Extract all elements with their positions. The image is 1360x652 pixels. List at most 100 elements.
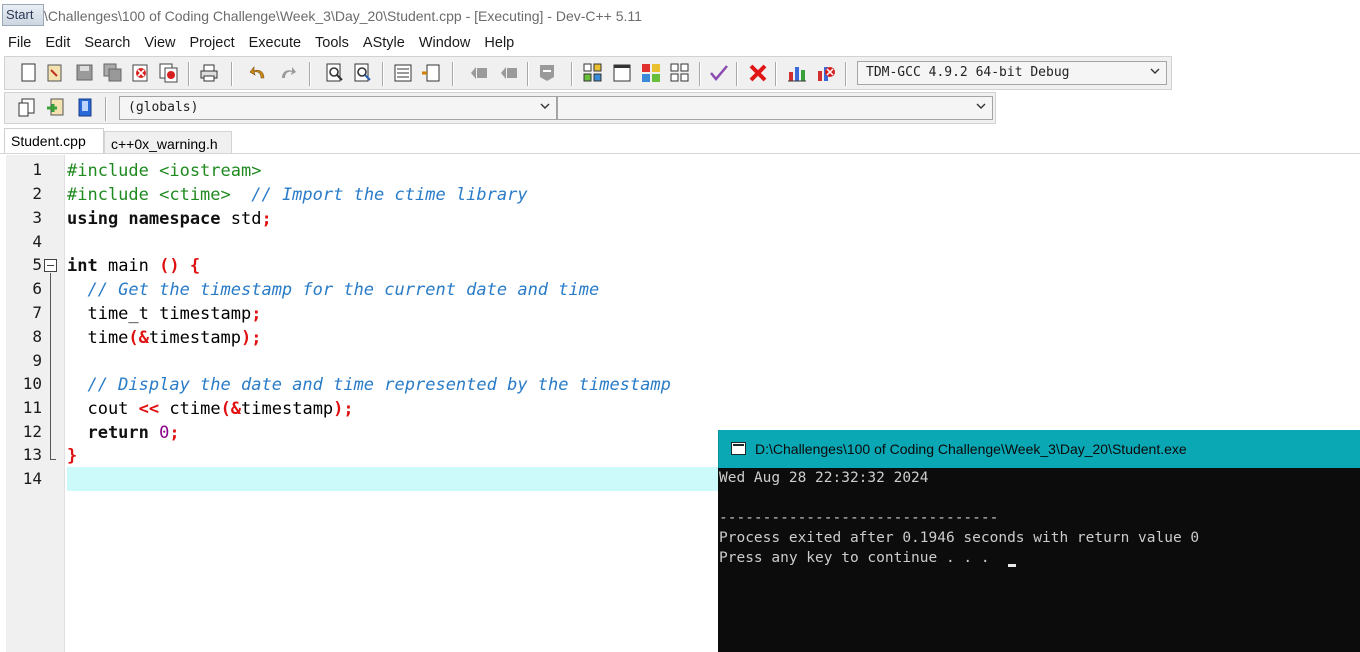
code-line-8: time(&timestamp); [67, 328, 262, 348]
toolbar-separator [736, 62, 738, 86]
menu-edit[interactable]: Edit [45, 32, 70, 54]
menu-astyle[interactable]: AStyle [363, 32, 405, 54]
replace-icon[interactable] [353, 63, 373, 83]
toolbar-separator [571, 62, 573, 86]
close-all-icon[interactable] [159, 63, 179, 83]
open-file-icon[interactable] [45, 63, 65, 83]
toolbar-separator [309, 62, 311, 86]
function-select[interactable] [557, 96, 993, 120]
console-icon [731, 442, 746, 455]
chevron-down-icon [540, 103, 550, 109]
menu-execute[interactable]: Execute [249, 32, 301, 54]
run-icon[interactable] [612, 63, 632, 83]
line-number: 8 [32, 327, 42, 346]
console-output-line: -------------------------------- [719, 510, 999, 526]
goto-definition-icon[interactable] [75, 98, 95, 118]
code-line-13: } [67, 446, 78, 466]
print-icon[interactable] [199, 63, 219, 83]
toolbar-separator [775, 62, 777, 86]
line-number: 13 [22, 445, 42, 464]
fold-guide [50, 273, 51, 459]
menu-bar: File Edit Search View Project Execute To… [0, 32, 1360, 54]
toolbar-separator [527, 62, 529, 86]
toolbar-separator [699, 62, 701, 86]
line-number: 5 [32, 255, 42, 274]
fold-toggle-icon[interactable] [44, 259, 57, 272]
insert-icon[interactable] [17, 98, 37, 118]
rebuild-all-icon[interactable] [670, 63, 690, 83]
line-number: 1 [32, 160, 42, 179]
code-line-11: cout << ctime(&timestamp); [67, 399, 354, 419]
line-number: 7 [32, 303, 42, 322]
toolbar-separator [382, 62, 384, 86]
code-line-6: // Get the timestamp for the current dat… [67, 280, 600, 300]
class-browser-toolbar: (globals) [4, 92, 996, 124]
menu-help[interactable]: Help [484, 32, 514, 54]
tab-divider [0, 153, 1360, 154]
new-file-icon[interactable] [19, 63, 39, 83]
console-output-line: Wed Aug 28 22:32:32 2024 [719, 470, 929, 486]
line-number: 4 [32, 232, 42, 251]
console-window[interactable]: D:\Challenges\100 of Coding Challenge\We… [718, 430, 1360, 652]
goto-declaration-icon[interactable] [46, 98, 66, 118]
compiler-select-value: TDM-GCC 4.9.2 64-bit Debug [866, 65, 1070, 80]
current-line-highlight [67, 467, 727, 491]
tab-student-cpp[interactable]: Student.cpp [4, 128, 104, 154]
menu-file[interactable]: File [8, 32, 31, 54]
chevron-down-icon [976, 103, 986, 109]
find-icon[interactable] [325, 63, 345, 83]
console-cursor [1008, 564, 1016, 567]
line-number: 6 [32, 279, 42, 298]
code-line-10: // Display the date and time represented… [67, 375, 671, 395]
toggle-comment-icon[interactable] [537, 63, 557, 83]
toolbar-separator [845, 62, 847, 86]
toolbar-separator [188, 62, 190, 86]
bookmark-next-icon[interactable] [499, 63, 519, 83]
save-icon[interactable] [75, 63, 95, 83]
chevron-down-icon [1150, 68, 1160, 74]
menu-project[interactable]: Project [190, 32, 235, 54]
menu-view[interactable]: View [144, 32, 175, 54]
code-line-2: #include <ctime> // Import the ctime lib… [67, 185, 528, 205]
code-line-1: #include <iostream> [67, 161, 262, 181]
line-number: 3 [32, 208, 42, 227]
close-file-icon[interactable] [131, 63, 151, 83]
profile-icon[interactable] [787, 63, 807, 83]
unindent-icon[interactable] [421, 63, 441, 83]
line-number: 14 [22, 469, 42, 488]
code-line-5: int main () { [67, 256, 201, 276]
console-title: D:\Challenges\100 of Coding Challenge\We… [755, 441, 1187, 457]
menu-search[interactable]: Search [84, 32, 130, 54]
scope-select-value: (globals) [128, 100, 199, 115]
save-all-icon[interactable] [103, 63, 123, 83]
line-number: 12 [22, 422, 42, 441]
line-number: 2 [32, 184, 42, 203]
indent-icon[interactable] [393, 63, 413, 83]
toolbar-separator [452, 62, 454, 86]
scope-select[interactable]: (globals) [119, 96, 557, 120]
compiler-select[interactable]: TDM-GCC 4.9.2 64-bit Debug [857, 61, 1167, 85]
tab-cpp0x-warning-h[interactable]: c++0x_warning.h [104, 131, 232, 154]
window-title: D:\Challenges\100 of Coding Challenge\We… [30, 8, 642, 24]
code-line-3: using namespace std; [67, 209, 272, 229]
menu-window[interactable]: Window [419, 32, 471, 54]
compile-icon[interactable] [583, 63, 603, 83]
bookmark-prev-icon[interactable] [469, 63, 489, 83]
console-title-bar[interactable]: D:\Challenges\100 of Coding Challenge\We… [718, 430, 1360, 468]
redo-icon[interactable] [277, 63, 297, 83]
main-toolbar: TDM-GCC 4.9.2 64-bit Debug [4, 56, 1172, 90]
line-number: 10 [22, 374, 42, 393]
code-line-7: time_t timestamp; [67, 304, 262, 324]
code-line-12: return 0; [67, 423, 180, 443]
syntax-check-icon[interactable] [709, 63, 729, 83]
stop-execution-icon[interactable] [748, 63, 768, 83]
menu-tools[interactable]: Tools [315, 32, 349, 54]
compile-run-icon[interactable] [641, 63, 661, 83]
title-bar: D:\Challenges\100 of Coding Challenge\We… [0, 0, 1360, 32]
console-output-line: Process exited after 0.1946 seconds with… [719, 530, 1200, 546]
delete-profile-icon[interactable] [816, 63, 836, 83]
fold-guide-end [50, 459, 56, 460]
console-output-line: Press any key to continue . . . [719, 550, 999, 566]
undo-icon[interactable] [249, 63, 269, 83]
start-button[interactable]: Start [2, 4, 44, 26]
